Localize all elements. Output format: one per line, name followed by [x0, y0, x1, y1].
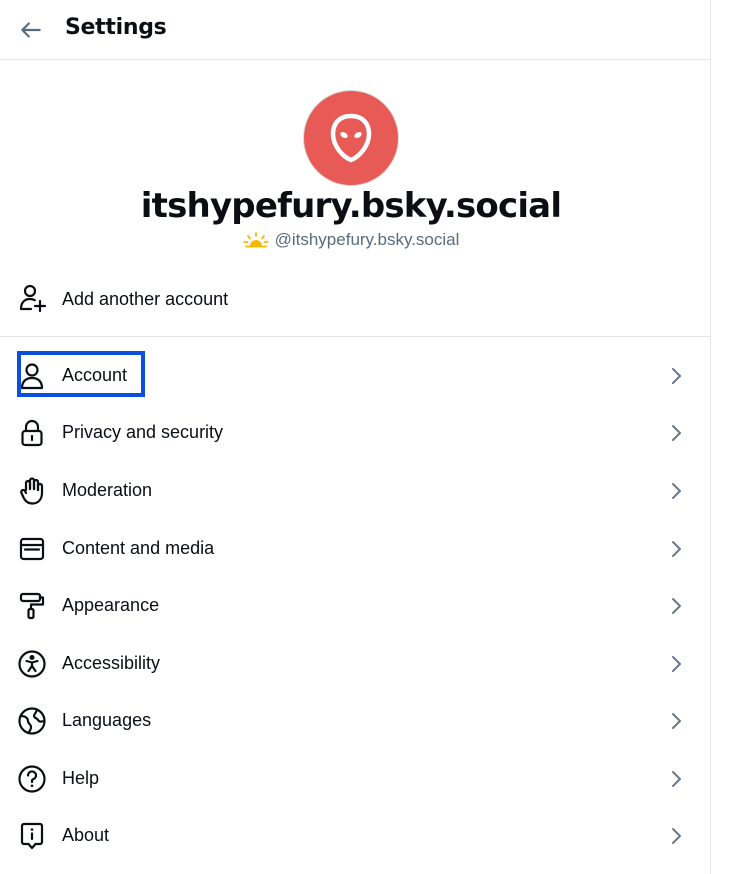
question-circle-icon [17, 764, 47, 794]
menu-item-label: Help [62, 768, 100, 788]
menu-item-account[interactable]: Account [0, 348, 711, 405]
window-icon [17, 534, 47, 564]
menu-item-label: Content and media [62, 538, 215, 558]
profile-display-name: itshypefury.bsky.social [140, 186, 562, 226]
back-button[interactable] [16, 15, 46, 45]
settings-panel: Settings itshypefury.bsky.social @itshyp… [0, 0, 711, 874]
menu-item-label: Languages [62, 710, 152, 730]
menu-item-label: Privacy and security [62, 422, 224, 442]
chevron-right-icon [664, 652, 688, 676]
chevron-right-icon [664, 824, 688, 848]
sunrise-icon [243, 232, 268, 248]
hand-icon [17, 476, 47, 506]
lock-icon [17, 418, 47, 448]
chevron-right-icon [664, 767, 688, 791]
menu-item-label: Account [62, 365, 128, 385]
menu-item-content-and-media[interactable]: Content and media [0, 521, 711, 578]
menu-item-label: Accessibility [62, 653, 161, 673]
page-title: Settings [65, 15, 167, 40]
menu-item-help[interactable]: Help [0, 751, 711, 808]
chevron-right-icon [664, 421, 688, 445]
settings-header: Settings [0, 0, 711, 60]
chevron-right-icon [664, 594, 688, 618]
menu-item-appearance[interactable]: Appearance [0, 578, 711, 635]
menu-item-label: Moderation [62, 480, 153, 500]
menu-item-accessibility[interactable]: Accessibility [0, 636, 711, 693]
avatar[interactable] [303, 90, 399, 186]
paint-roller-icon [17, 591, 47, 621]
info-bubble-icon [17, 821, 47, 851]
menu-item-privacy-and-security[interactable]: Privacy and security [0, 405, 711, 462]
accessibility-icon [17, 649, 47, 679]
menu-item-about[interactable]: About [0, 808, 711, 865]
add-another-account-label: Add another account [62, 289, 229, 309]
profile-handle: @itshypefury.bsky.social [274, 230, 460, 249]
chevron-right-icon [664, 479, 688, 503]
add-another-account-button[interactable]: Add another account [0, 270, 711, 337]
menu-item-label: About [62, 825, 110, 845]
arrow-left-icon [21, 22, 41, 38]
chevron-right-icon [664, 537, 688, 561]
chevron-right-icon [664, 709, 688, 733]
person-icon [17, 361, 47, 391]
menu-item-label: Appearance [62, 595, 160, 615]
person-plus-icon [17, 283, 47, 313]
chevron-right-icon [664, 364, 688, 388]
menu-item-languages[interactable]: Languages [0, 693, 711, 750]
alien-avatar-icon [330, 113, 372, 163]
menu-item-moderation[interactable]: Moderation [0, 463, 711, 520]
globe-icon [17, 706, 47, 736]
profile-handle-row: @itshypefury.bsky.social [0, 230, 702, 250]
